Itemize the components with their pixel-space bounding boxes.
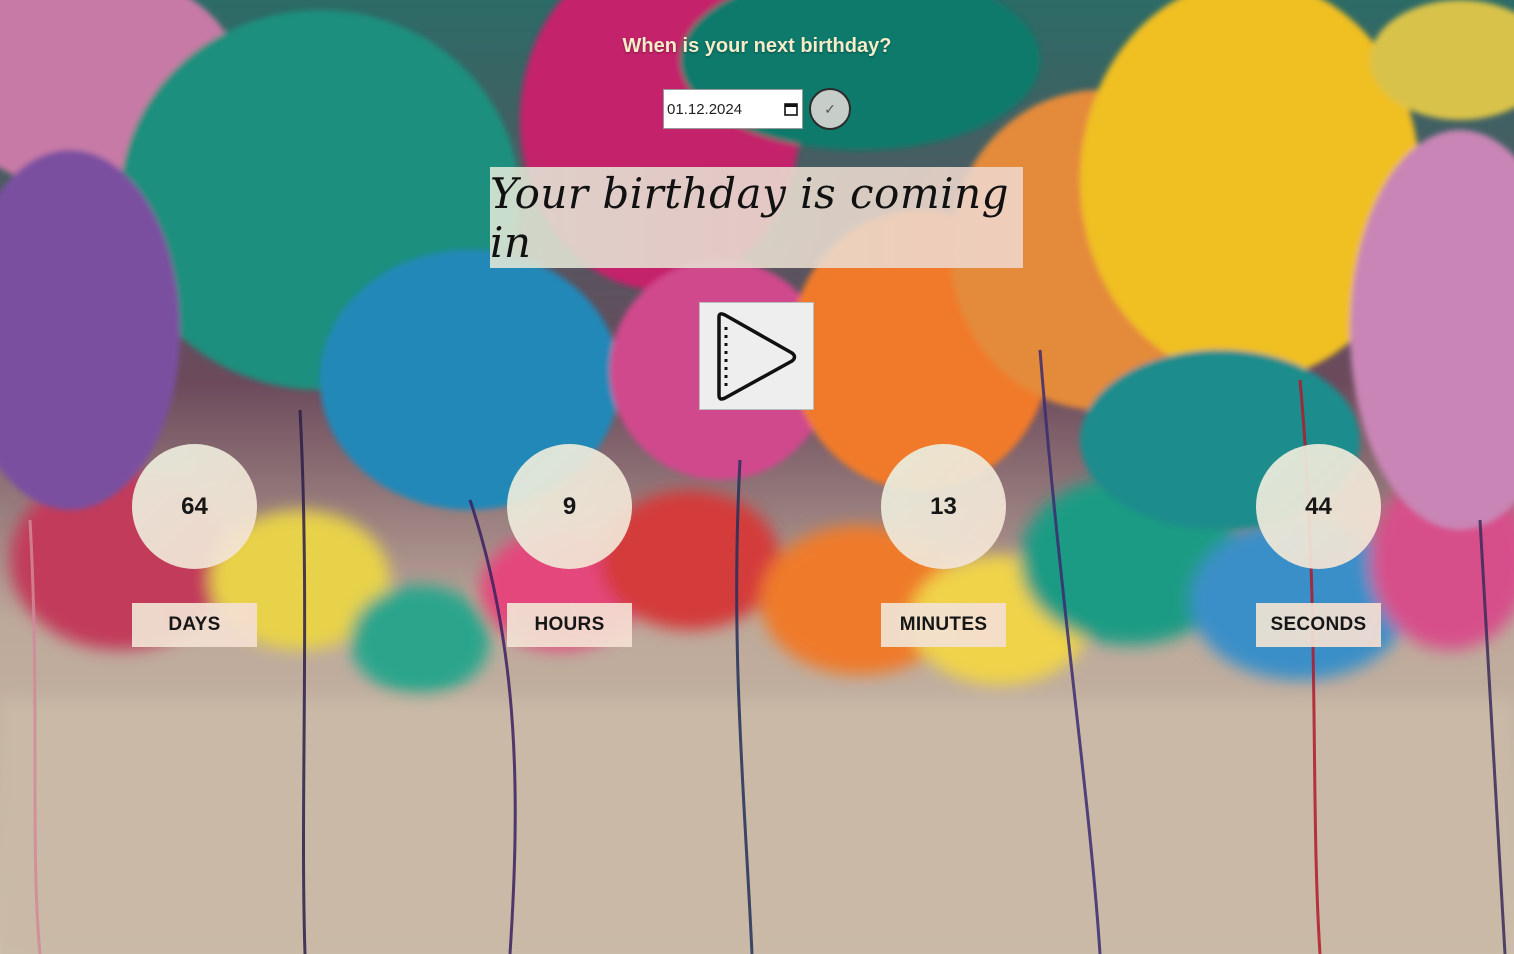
days-counter: 64 bbox=[132, 444, 257, 569]
seconds-label: SECONDS bbox=[1256, 603, 1381, 647]
play-icon bbox=[717, 312, 797, 401]
confirm-date-button[interactable]: ✓ bbox=[809, 88, 851, 130]
days-label: DAYS bbox=[132, 603, 257, 647]
hours-counter: 9 bbox=[507, 444, 632, 569]
minutes-label: MINUTES bbox=[881, 603, 1006, 647]
headline-panel: Your birthday is coming in bbox=[490, 167, 1023, 268]
calendar-icon[interactable] bbox=[784, 102, 798, 116]
birthday-question: When is your next birthday? bbox=[622, 35, 892, 57]
date-value[interactable]: 01.12.2024 bbox=[664, 101, 784, 118]
play-button[interactable] bbox=[699, 302, 814, 410]
headline-text: Your birthday is coming in bbox=[490, 168, 1010, 267]
birthday-date-input[interactable]: 01.12.2024 bbox=[663, 89, 803, 129]
check-icon: ✓ bbox=[824, 100, 836, 117]
minutes-counter: 13 bbox=[881, 444, 1006, 569]
hours-label: HOURS bbox=[507, 603, 632, 647]
seconds-counter: 44 bbox=[1256, 444, 1381, 569]
